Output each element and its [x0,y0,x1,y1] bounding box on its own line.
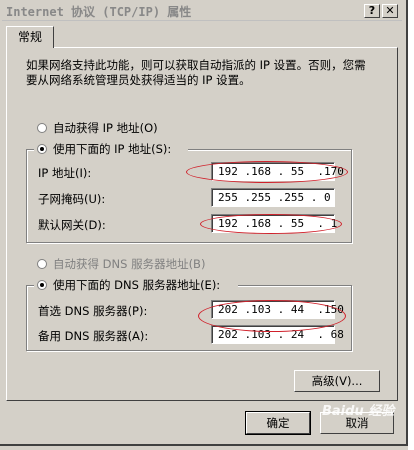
manual-dns-label[interactable]: 使用下面的 DNS 服务器地址(E): [53,277,220,293]
preferred-dns-label: 首选 DNS 服务器(P): [38,304,148,318]
manual-dns-legend: 使用下面的 DNS 服务器地址(E): [34,277,238,293]
default-gateway-label: 默认网关(D): [38,218,106,232]
ip-address-label: IP 地址(I): [38,166,92,180]
title-bar[interactable]: Internet 协议 (TCP/IP) 属性 ? ✕ [2,2,402,21]
manual-ip-radio[interactable] [37,144,47,154]
manual-dns-radio[interactable] [37,280,47,290]
help-button[interactable]: ? [364,4,380,18]
alternate-dns-field[interactable]: 202 .103 . 24 . 68 [211,325,344,344]
background-strip [408,0,414,450]
close-icon: ✕ [385,4,395,17]
dialog-window: Internet 协议 (TCP/IP) 属性 ? ✕ 常规 如果网络支持此功能… [0,0,408,446]
auto-dns-radio[interactable] [37,259,47,269]
manual-ip-label[interactable]: 使用下面的 IP 地址(S): [53,141,171,157]
manual-ip-legend: 使用下面的 IP 地址(S): [34,141,188,157]
alternate-dns-label: 备用 DNS 服务器(A): [38,329,149,343]
auto-ip-label[interactable]: 自动获得 IP 地址(O) [53,120,158,136]
description-text: 如果网络支持此功能，则可以获取自动指派的 IP 设置。否则，您需要从网络系统管理… [26,58,366,87]
tab-general[interactable]: 常规 [6,26,54,48]
help-icon: ? [368,4,376,17]
preferred-dns-field[interactable]: 202 .103 . 44 .150 [211,300,344,319]
subnet-mask-label: 子网掩码(U): [38,192,106,206]
auto-dns-label[interactable]: 自动获得 DNS 服务器地址(B) [53,256,205,272]
subnet-mask-field[interactable]: 255 .255 .255 . 0 [211,188,335,207]
default-gateway-field[interactable]: 192 .168 . 55 . 1 [211,214,337,233]
close-button[interactable]: ✕ [382,4,398,18]
ok-button[interactable]: 确定 [245,411,311,435]
advanced-button[interactable]: 高级(V)... [294,370,380,392]
window-title: Internet 协议 (TCP/IP) 属性 [6,5,192,19]
auto-ip-radio[interactable] [37,123,47,133]
watermark-logo: Baidu 经验 [322,404,395,419]
ip-address-field[interactable]: 192 .168 . 55 .170 [211,162,344,181]
